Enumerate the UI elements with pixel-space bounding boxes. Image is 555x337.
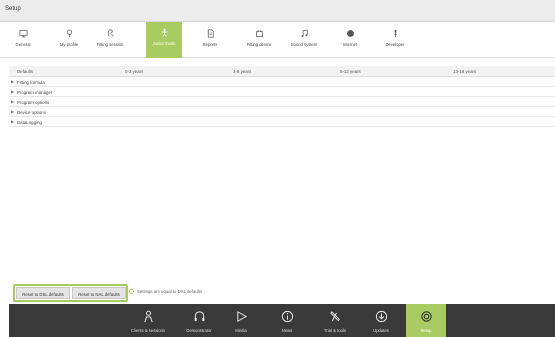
tools-icon xyxy=(329,311,340,322)
fitting-device-icon xyxy=(255,29,263,38)
tab-internet[interactable]: Internet xyxy=(336,26,364,56)
table-row[interactable]: ▶ Program options xyxy=(9,97,555,107)
column-header: 0-3 years xyxy=(125,69,144,74)
play-icon xyxy=(236,311,247,322)
tab-junior-mode[interactable]: Junior mode xyxy=(146,22,182,58)
table-row[interactable]: ▶ Fitting formula xyxy=(9,77,555,87)
monitor-icon xyxy=(19,29,27,38)
tab-label: Junior mode xyxy=(152,41,176,46)
nav-media[interactable]: Media xyxy=(227,304,255,337)
nav-demonstrator[interactable]: Demonstrator xyxy=(179,304,219,337)
check-circle-icon xyxy=(129,289,134,294)
nav-clients-sessions[interactable]: Clients & sessions xyxy=(123,304,173,337)
status-text: Settings are equal to DSL defaults xyxy=(137,289,203,294)
title-bar: Setup xyxy=(0,0,555,22)
person-icon xyxy=(143,310,153,323)
table-row[interactable]: ▶ DataLogging xyxy=(9,117,555,127)
tab-label: Fitting device xyxy=(246,42,272,47)
defaults-status: Settings are equal to DSL defaults xyxy=(129,289,202,294)
table-row[interactable]: ▶ Program manager xyxy=(9,87,555,97)
expand-arrow-icon[interactable]: ▶ xyxy=(11,119,14,124)
nav-label: Updates xyxy=(373,328,389,333)
fitting-session-icon xyxy=(107,29,113,37)
row-label: DataLogging xyxy=(17,119,42,125)
nav-setup[interactable]: Setup xyxy=(406,304,446,337)
nav-label: Setup xyxy=(420,328,432,333)
profile-icon xyxy=(66,29,72,38)
nav-label: Demonstrator xyxy=(186,328,212,333)
nav-label: Clients & sessions xyxy=(130,328,166,333)
tab-label: My profile xyxy=(59,42,79,47)
nav-label: News xyxy=(281,328,293,333)
download-icon xyxy=(375,310,387,323)
tab-label: Sound system xyxy=(290,42,318,47)
reset-dsl-button[interactable]: Reset to DSL defaults xyxy=(16,287,70,299)
nav-news[interactable]: News xyxy=(273,304,301,337)
expand-arrow-icon[interactable]: ▶ xyxy=(11,89,14,94)
expand-arrow-icon[interactable]: ▶ xyxy=(11,109,14,114)
nav-label: Trial & tools xyxy=(324,328,346,333)
setup-toolbar: General My profile Fitting session Junio… xyxy=(0,22,555,58)
window-title: Setup xyxy=(5,6,21,12)
defaults-table: Defaults 0-3 years 4-8 years 9-12 years … xyxy=(9,66,555,127)
document-icon xyxy=(207,29,214,38)
tab-sound-system[interactable]: Sound system xyxy=(286,26,322,56)
bottom-navigation: Clients & sessions Demonstrator Media Ne… xyxy=(9,304,555,337)
expand-arrow-icon[interactable]: ▶ xyxy=(11,79,14,84)
junior-mode-icon xyxy=(161,28,167,37)
headphones-icon xyxy=(194,311,204,322)
tab-label: Developer xyxy=(385,42,405,47)
tab-developer[interactable]: Developer xyxy=(380,26,410,56)
row-label: Program options xyxy=(17,99,50,105)
row-label: Program manager xyxy=(17,89,53,95)
column-header: 13-18 years xyxy=(453,69,477,74)
tab-label: Internet xyxy=(342,42,358,47)
reset-nal-button[interactable]: Reset to NAL defaults xyxy=(72,287,126,299)
tab-label: Fitting session xyxy=(96,42,124,47)
tab-fitting-session[interactable]: Fitting session xyxy=(92,26,128,56)
nav-label: Media xyxy=(235,328,247,333)
tab-general[interactable]: General xyxy=(8,26,38,56)
nav-trial-tools[interactable]: Trial & tools xyxy=(315,304,355,337)
row-label: Fitting formula xyxy=(17,79,45,85)
row-label: Device options xyxy=(17,109,46,115)
gear-icon xyxy=(420,311,432,322)
expand-arrow-icon[interactable]: ▶ xyxy=(11,99,14,104)
tab-fitting-device[interactable]: Fitting device xyxy=(242,26,276,56)
tab-reports[interactable]: Reports xyxy=(196,26,224,56)
column-header: Defaults xyxy=(17,69,34,74)
table-header: Defaults 0-3 years 4-8 years 9-12 years … xyxy=(9,66,555,77)
table-row[interactable]: ▶ Device options xyxy=(9,107,555,117)
column-header: 9-12 years xyxy=(340,69,361,74)
globe-icon xyxy=(346,30,354,37)
developer-icon xyxy=(393,29,397,38)
nav-updates[interactable]: Updates xyxy=(365,304,397,337)
column-header: 4-8 years xyxy=(233,69,252,74)
tab-my-profile[interactable]: My profile xyxy=(52,26,86,56)
tab-label: Reports xyxy=(202,42,218,47)
tab-label: General xyxy=(15,42,31,47)
music-note-icon xyxy=(301,29,308,38)
info-icon xyxy=(281,310,293,323)
